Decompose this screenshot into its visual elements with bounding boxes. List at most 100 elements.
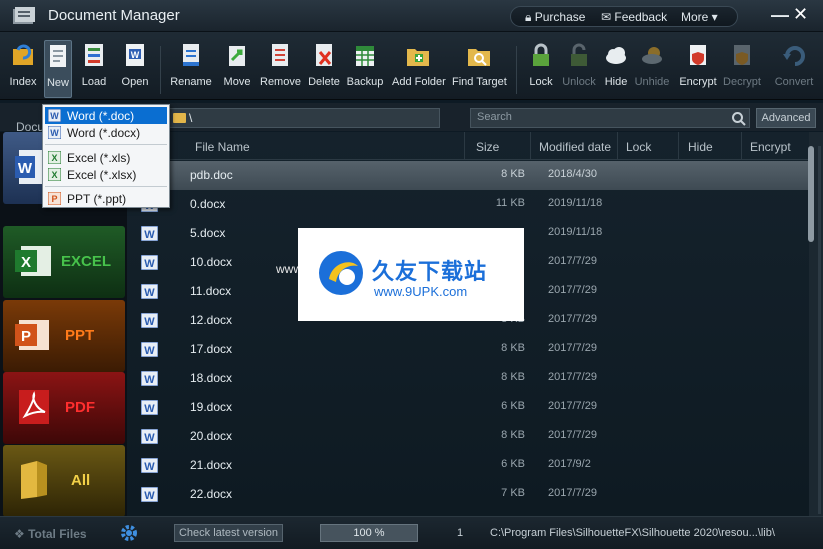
rename-button[interactable]: Rename	[170, 40, 212, 98]
unlock-button[interactable]: Unlock	[562, 40, 596, 98]
category-ppt[interactable]: P PPT	[3, 300, 125, 372]
file-row[interactable]: W 21.docx 6 KB 2017/9/2	[127, 451, 809, 480]
hide-button[interactable]: Hide	[602, 40, 630, 98]
word-file-icon: W	[141, 342, 158, 357]
add-folder-label: Add Folder	[392, 76, 446, 88]
backup-label: Backup	[346, 76, 384, 88]
encrypt-label: Encrypt	[679, 76, 717, 88]
word-icon: W	[48, 109, 61, 122]
move-button[interactable]: Move	[222, 40, 252, 98]
find-target-button[interactable]: Find Target	[452, 40, 507, 98]
file-row[interactable]: W 18.docx 8 KB 2017/7/29	[127, 364, 809, 393]
lock-icon	[533, 43, 549, 66]
purchase-button[interactable]: 🔒︎ Purchase	[525, 10, 585, 25]
category-excel[interactable]: X EXCEL	[3, 226, 125, 298]
load-button[interactable]: Load	[80, 40, 108, 98]
load-label: Load	[81, 76, 107, 88]
toolbar-divider	[160, 46, 161, 94]
index-button[interactable]: Index	[6, 40, 40, 98]
advanced-button[interactable]: Advanced	[756, 108, 816, 128]
unlock-icon	[571, 43, 587, 66]
gear-icon[interactable]	[119, 523, 139, 543]
rename-icon	[183, 44, 199, 66]
column-divider	[464, 132, 465, 160]
svg-text:X: X	[21, 254, 31, 271]
file-row[interactable]: W 22.docx 7 KB 2017/7/29	[127, 480, 809, 509]
file-name: 12.docx	[190, 313, 233, 327]
file-name: 10.docx	[190, 255, 233, 269]
category-ppt-label: PPT	[65, 327, 95, 344]
minimize-button[interactable]: —	[771, 5, 789, 26]
word-file-icon: W	[141, 429, 158, 444]
search-icon[interactable]	[731, 111, 747, 127]
remove-button[interactable]: Remove	[260, 40, 301, 98]
column-lock[interactable]: Lock	[626, 140, 651, 154]
word-file-icon: W	[141, 226, 158, 241]
word-file-icon: W	[141, 255, 158, 270]
file-modified-date: 2019/11/18	[548, 197, 603, 209]
svg-text:P: P	[21, 328, 31, 345]
column-modified-date[interactable]: Modified date	[539, 140, 611, 154]
feedback-button[interactable]: ✉︎ Feedback	[601, 10, 667, 24]
folder-icon	[21, 461, 47, 499]
menu-item-ppt[interactable]: P PPT (*.ppt)	[45, 190, 167, 207]
close-button[interactable]: ✕	[793, 4, 808, 25]
word-file-icon: W	[141, 487, 158, 502]
unhide-button[interactable]: Unhide	[634, 40, 670, 98]
file-modified-date: 2017/7/29	[548, 313, 597, 325]
convert-button[interactable]: Convert	[772, 40, 816, 98]
column-encrypt[interactable]: Encrypt	[750, 140, 791, 154]
file-row[interactable]: W 17.docx 8 KB 2017/7/29	[127, 335, 809, 364]
category-excel-label: EXCEL	[61, 253, 112, 270]
convert-icon	[783, 46, 805, 66]
menu-item-word-doc[interactable]: W Word (*.doc)	[45, 107, 167, 124]
new-button[interactable]: New	[44, 40, 72, 98]
file-row[interactable]: W 19.docx 6 KB 2017/7/29	[127, 393, 809, 422]
encrypt-icon	[690, 45, 706, 65]
delete-button[interactable]: Delete	[306, 40, 342, 98]
file-modified-date: 2017/7/29	[548, 371, 597, 383]
file-row[interactable]: W0.docx11 KB2019/11/18	[127, 190, 809, 219]
search-input[interactable]: Search	[470, 108, 750, 128]
column-size[interactable]: Size	[476, 140, 499, 154]
word-icon: W	[48, 126, 61, 139]
category-all[interactable]: All	[3, 445, 125, 517]
zoom-level: 100 %	[320, 524, 418, 542]
decrypt-label: Decrypt	[723, 76, 761, 88]
open-button[interactable]: W Open	[120, 40, 150, 98]
column-file-name[interactable]: File Name	[195, 140, 250, 154]
lock-button[interactable]: Lock	[526, 40, 556, 98]
mail-icon: ✉︎	[601, 10, 612, 24]
word-file-icon: W	[141, 284, 158, 299]
menu-item-excel-xlsx[interactable]: X Excel (*.xlsx)	[45, 166, 167, 183]
encrypt-button[interactable]: Encrypt	[678, 40, 718, 98]
menu-item-excel-xls[interactable]: X Excel (*.xls)	[45, 149, 167, 166]
watermark-url: www.9UPK.com	[374, 284, 468, 299]
path-field[interactable]: \	[168, 108, 440, 128]
svg-text:W: W	[50, 111, 59, 121]
file-size: 8 KB	[501, 371, 525, 383]
menu-item-word-docx[interactable]: W Word (*.docx)	[45, 124, 167, 141]
scroll-thumb[interactable]	[808, 146, 814, 242]
status-bar: ❖ Total Files Check latest version 100 %…	[0, 516, 823, 549]
check-version-button[interactable]: Check latest version	[174, 524, 283, 542]
backup-button[interactable]: Backup	[346, 40, 384, 98]
file-size: 8 KB	[501, 429, 525, 441]
feedback-label: Feedback	[614, 10, 668, 24]
column-hide[interactable]: Hide	[688, 140, 713, 154]
svg-text:W: W	[144, 432, 155, 444]
file-row[interactable]: W 20.docx 8 KB 2017/7/29	[127, 422, 809, 451]
word-file-icon: W	[141, 400, 158, 415]
file-row[interactable]: Wpdb.doc8 KB2018/4/30	[127, 161, 809, 190]
more-menu-button[interactable]: More ▾	[681, 10, 718, 24]
toolbar: Index New Load W Open Rename Move Remove…	[0, 32, 823, 100]
svg-text:W: W	[144, 316, 155, 328]
remove-icon	[272, 44, 288, 66]
svg-text:W: W	[144, 258, 155, 270]
menu-item-label: Excel (*.xls)	[67, 151, 131, 165]
decrypt-button[interactable]: Decrypt	[722, 40, 762, 98]
category-pdf[interactable]: PDF	[3, 372, 125, 444]
menu-item-label: Word (*.docx)	[67, 126, 141, 140]
add-folder-button[interactable]: Add Folder	[392, 40, 446, 98]
open-icon: W	[126, 44, 144, 66]
